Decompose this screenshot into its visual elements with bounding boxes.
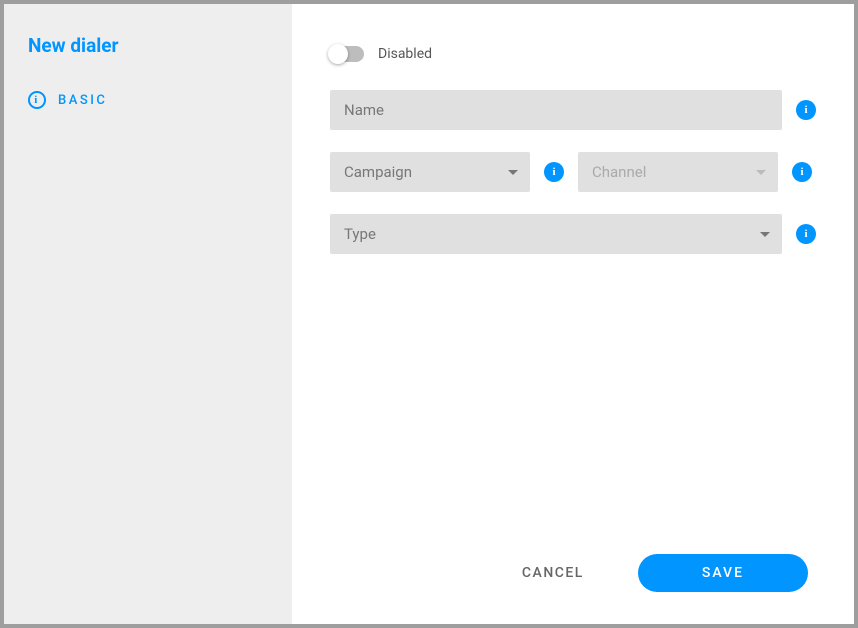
sidebar-item-label: BASIC bbox=[58, 93, 107, 108]
campaign-channel-row: Campaign Channel bbox=[330, 152, 816, 192]
type-select[interactable]: Type bbox=[330, 214, 782, 254]
main-panel: Disabled Campaign Channel bbox=[292, 4, 854, 624]
type-row: Type bbox=[330, 214, 816, 254]
info-icon bbox=[28, 91, 46, 109]
toggle-label: Disabled bbox=[378, 46, 432, 62]
name-input[interactable] bbox=[330, 90, 782, 130]
channel-select[interactable]: Channel bbox=[578, 152, 778, 192]
campaign-select[interactable]: Campaign bbox=[330, 152, 530, 192]
new-dialer-dialog: New dialer BASIC Disabled Campaign bbox=[0, 0, 858, 628]
chevron-down-icon bbox=[508, 170, 518, 175]
info-icon[interactable] bbox=[796, 224, 816, 244]
enabled-toggle[interactable] bbox=[330, 46, 364, 62]
info-icon[interactable] bbox=[544, 162, 564, 182]
info-icon[interactable] bbox=[792, 162, 812, 182]
channel-select-label: Channel bbox=[592, 163, 646, 181]
chevron-down-icon bbox=[756, 170, 766, 175]
chevron-down-icon bbox=[760, 232, 770, 237]
form-area: Disabled Campaign Channel bbox=[330, 46, 816, 554]
type-select-label: Type bbox=[344, 225, 376, 243]
cancel-button[interactable]: CANCEL bbox=[504, 555, 602, 591]
sidebar-title: New dialer bbox=[28, 34, 268, 57]
save-button[interactable]: SAVE bbox=[638, 554, 808, 592]
toggle-knob bbox=[328, 44, 348, 64]
enabled-toggle-row: Disabled bbox=[330, 46, 816, 62]
name-row bbox=[330, 90, 816, 130]
footer-actions: CANCEL SAVE bbox=[330, 554, 816, 600]
info-icon[interactable] bbox=[796, 100, 816, 120]
sidebar-item-basic[interactable]: BASIC bbox=[28, 91, 268, 109]
campaign-select-label: Campaign bbox=[344, 163, 412, 181]
sidebar: New dialer BASIC bbox=[4, 4, 292, 624]
